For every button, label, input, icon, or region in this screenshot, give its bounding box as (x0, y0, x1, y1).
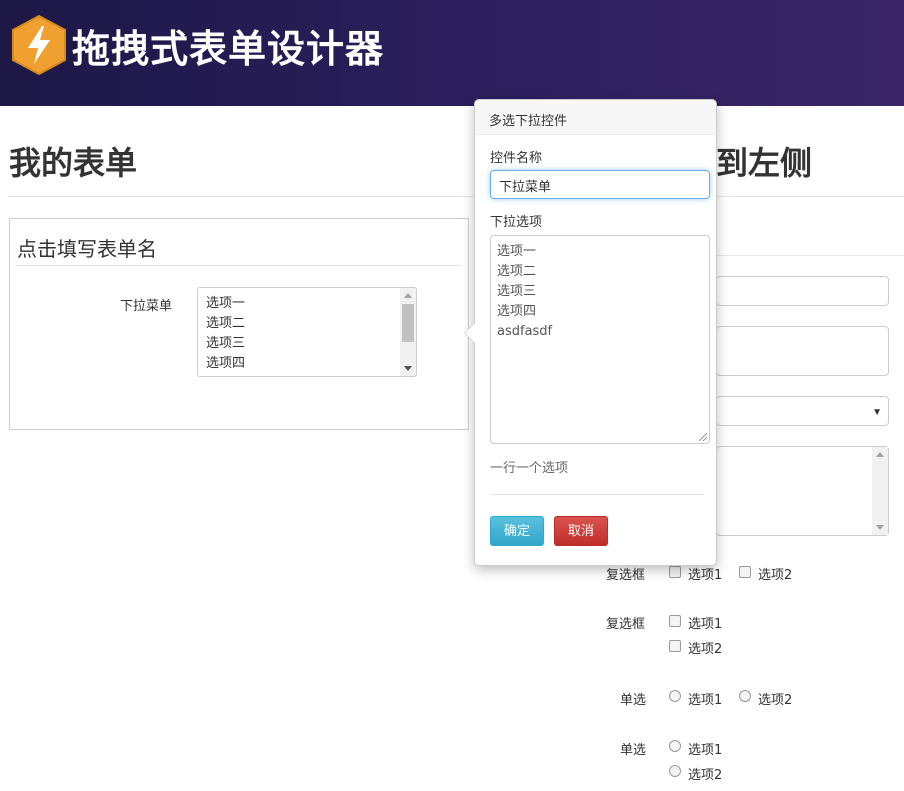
caret-down-icon: ▼ (872, 407, 882, 418)
divider (490, 494, 704, 495)
checkbox-option-label: 选项1 (688, 568, 723, 583)
option-line: 选项三 (497, 284, 537, 299)
popover-title-bar: 多选下拉控件 (475, 100, 716, 135)
listbox-option[interactable]: 选项四 (206, 352, 245, 371)
palette-textarea[interactable] (716, 326, 889, 376)
my-forms-heading: 我的表单 (9, 144, 138, 182)
cancel-button[interactable]: 取消 (554, 516, 608, 546)
scroll-down-arrow-icon[interactable] (404, 366, 412, 371)
dropdown-options-textarea[interactable]: 选项一 选项二 选项三 选项四 asdfasdf (490, 235, 710, 444)
popover-arrow (465, 323, 475, 343)
radio-button[interactable] (669, 740, 681, 752)
checkbox[interactable] (739, 566, 751, 578)
lightning-logo-icon (12, 14, 66, 76)
options-hint: 一行一个选项 (490, 461, 569, 476)
checkbox-row-label: 复选框 (606, 568, 646, 583)
radio-row-label: 单选 (620, 693, 647, 708)
radio-option-label: 选项2 (688, 768, 723, 783)
scroll-thumb[interactable] (402, 304, 414, 342)
radio-button[interactable] (669, 690, 681, 702)
checkbox[interactable] (669, 615, 681, 627)
field-label: 下拉菜单 (120, 299, 173, 314)
ok-button[interactable]: 确定 (490, 516, 544, 546)
scroll-up-arrow-icon[interactable] (404, 293, 412, 298)
dropdown-options-label: 下拉选项 (490, 215, 543, 230)
app-title: 拖拽式表单设计器 (72, 27, 385, 71)
option-line: asdfasdf (497, 324, 553, 339)
checkbox-option-label: 选项1 (688, 617, 723, 632)
palette-multi-select[interactable] (716, 446, 889, 536)
checkbox[interactable] (669, 566, 681, 578)
form-canvas[interactable]: 点击填写表单名 下拉菜单 选项一 选项二 选项三 选项四 (9, 218, 469, 430)
divider (716, 255, 904, 256)
checkbox-row-label: 复选框 (606, 617, 646, 632)
checkbox[interactable] (669, 640, 681, 652)
radio-row-label: 单选 (620, 743, 647, 758)
divider (16, 265, 462, 266)
radio-button[interactable] (669, 765, 681, 777)
control-name-label: 控件名称 (490, 151, 543, 166)
divider (8, 196, 904, 197)
field-settings-popover: 多选下拉控件 控件名称 下拉菜单 下拉选项 选项一 选项二 选项三 选项四 as… (464, 99, 717, 566)
listbox-option[interactable]: 选项三 (206, 332, 245, 351)
popover-title: 多选下拉控件 (489, 114, 568, 129)
scroll-up-arrow-icon[interactable] (876, 452, 884, 457)
option-line: 选项四 (497, 304, 537, 319)
listbox-scrollbar[interactable] (400, 288, 416, 376)
palette-select[interactable]: ▼ (716, 396, 889, 426)
option-line: 选项一 (497, 244, 537, 259)
listbox-option[interactable]: 选项二 (206, 312, 245, 331)
control-name-input[interactable]: 下拉菜单 (490, 170, 710, 199)
app-header: 拖拽式表单设计器 (0, 0, 904, 106)
radio-button[interactable] (739, 690, 751, 702)
form-name-title[interactable]: 点击填写表单名 (17, 233, 157, 262)
scroll-down-arrow-icon[interactable] (876, 525, 884, 530)
palette-text-input[interactable] (716, 276, 889, 306)
radio-option-label: 选项1 (688, 693, 723, 708)
resize-handle-icon[interactable] (699, 433, 707, 441)
listbox-option[interactable]: 选项一 (206, 292, 245, 311)
radio-option-label: 选项1 (688, 743, 723, 758)
drag-to-left-heading: 到左侧 (716, 144, 813, 182)
checkbox-option-label: 选项2 (758, 568, 793, 583)
checkbox-option-label: 选项2 (688, 642, 723, 657)
multi-select-listbox[interactable]: 选项一 选项二 选项三 选项四 (197, 287, 417, 377)
option-line: 选项二 (497, 264, 537, 279)
radio-option-label: 选项2 (758, 693, 793, 708)
palette-scrollbar[interactable] (872, 447, 888, 535)
